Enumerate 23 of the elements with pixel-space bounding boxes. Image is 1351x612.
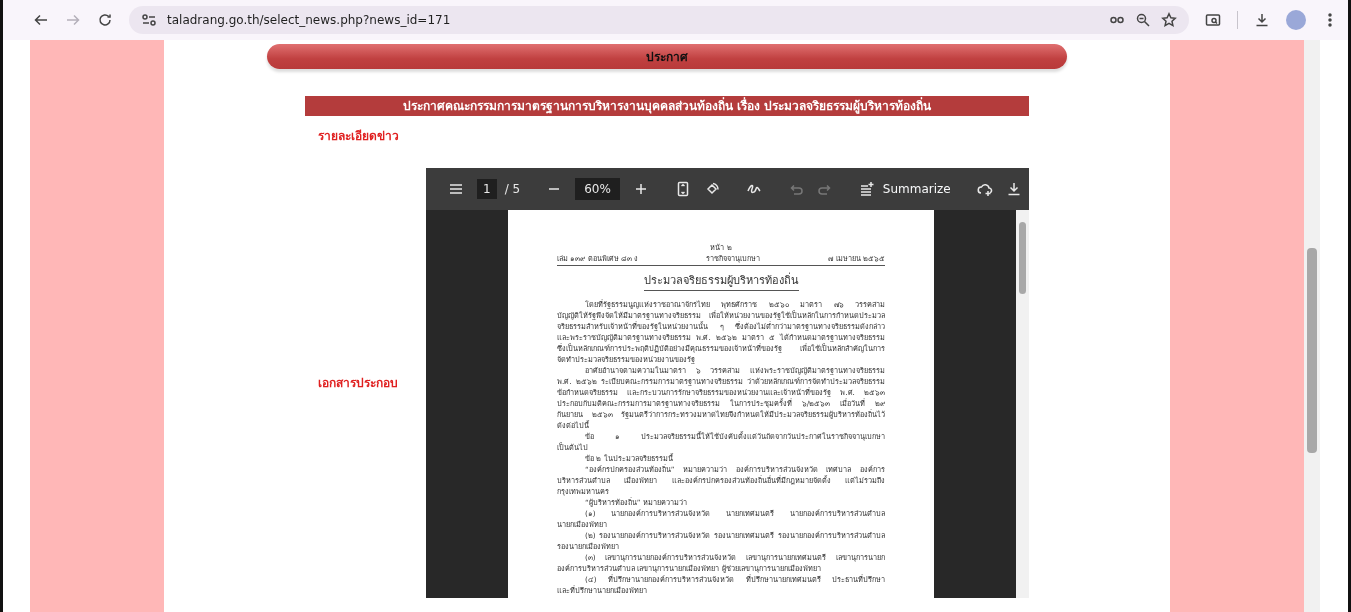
attachment-label: เอกสารประกอบ — [318, 375, 398, 392]
list-sparkle-icon — [858, 181, 875, 197]
address-bar[interactable]: taladrang.go.th/select_news.php?news_id=171 — [129, 6, 1189, 34]
tab-search-icon[interactable] — [1205, 12, 1221, 28]
download-icon[interactable] — [1254, 12, 1270, 28]
page-count: / 5 — [504, 181, 521, 198]
cloud-add-icon[interactable] — [976, 181, 993, 197]
star-icon[interactable] — [1161, 12, 1177, 28]
details-label: รายละเอียดข่าว — [318, 128, 399, 145]
summarize-button[interactable]: Summarize — [858, 180, 951, 198]
page-number-field[interactable]: 1 — [477, 179, 497, 199]
section-header: ประกาศ — [267, 44, 1067, 69]
reload-icon[interactable] — [97, 12, 113, 28]
menu-icon[interactable] — [448, 181, 464, 197]
site-info-icon[interactable] — [141, 12, 157, 28]
page-scrollbar[interactable] — [1304, 40, 1320, 612]
document-title: ประมวลจริยธรรมผู้บริหารท้องถิ่น — [643, 274, 799, 291]
news-title: ประกาศคณะกรรมการมาตรฐานการบริหารงานบุคคลส่วนท้องถิ่น เรื่อง ประมวลจริยธรรมผู้บริหารท้องถิ่น — [305, 96, 1029, 116]
back-icon[interactable] — [33, 12, 49, 28]
pdf-scrollbar[interactable] — [1016, 210, 1029, 598]
url-text: taladrang.go.th/select_news.php?news_id=171 — [167, 12, 452, 29]
zoom-field[interactable]: 60% — [575, 178, 620, 200]
zoom-icon[interactable] — [1135, 12, 1151, 28]
